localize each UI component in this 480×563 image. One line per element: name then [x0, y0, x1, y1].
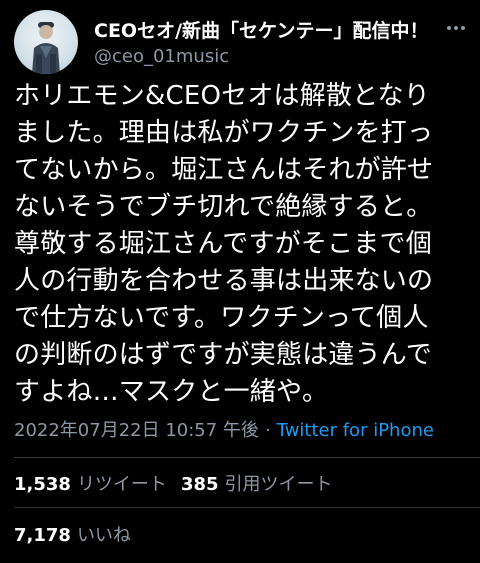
tweet-text-line: ホリエモン&CEOセオは解散となり	[14, 81, 430, 111]
quotes-count: 385	[180, 474, 219, 495]
retweets-stat[interactable]: 1,538 リツイート	[14, 474, 167, 495]
avatar-figure-icon	[32, 22, 60, 74]
tweet-text-line: で仕方ないです。ワクチンって個人	[14, 303, 429, 333]
divider	[14, 457, 480, 458]
tweet-text-line: ました。理由は私がワクチンを打っ	[14, 118, 434, 148]
likes-stat[interactable]: 7,178 いいね	[14, 525, 131, 546]
display-name[interactable]: CEOセオ/新曲「セケンテー」配信中！	[94, 16, 428, 43]
tweet-header: CEOセオ/新曲「セケンテー」配信中！ @ceo_01music	[14, 10, 468, 74]
tweet-text-line: ないそうでブチ切れで絶縁すると。	[14, 192, 433, 222]
likes-label: いいね	[76, 525, 131, 546]
tweet-text-line: 人の行動を合わせる事は出来ないの	[14, 266, 434, 296]
tweet-meta: 2022年07月22日 10:57 午後 · Twitter for iPhone	[14, 416, 434, 442]
tweet-text-line: てないから。堀江さんはそれが許せ	[14, 155, 434, 185]
likes-stats-row: 7,178 いいね	[14, 521, 131, 547]
retweets-label: リツイート	[76, 474, 167, 495]
divider	[14, 507, 480, 508]
tweet-text-line: の判断のはずですが実態は違うんで	[14, 340, 432, 370]
user-handle[interactable]: @ceo_01music	[94, 46, 229, 67]
tweet-text: ホリエモン&CEOセオは解散となり ました。理由は私がワクチンを打っ てないから…	[14, 78, 476, 411]
likes-count: 7,178	[14, 525, 71, 546]
quotes-stat[interactable]: 385 引用ツイート	[181, 474, 333, 495]
tweet-text-line: 尊敬する堀江さんですがそこまで個	[14, 229, 432, 259]
retweets-count: 1,538	[14, 474, 71, 495]
timestamp[interactable]: 2022年07月22日 10:57 午後	[14, 420, 259, 441]
source-link[interactable]: Twitter for iPhone	[277, 420, 434, 441]
quotes-label: 引用ツイート	[224, 474, 333, 495]
avatar[interactable]	[14, 10, 78, 74]
more-dots-icon[interactable]	[444, 16, 468, 40]
meta-separator: ·	[264, 420, 271, 441]
retweet-stats-row: 1,538 リツイート 385 引用ツイート	[14, 470, 333, 496]
tweet-text-line: すよね…マスクと一緒や。	[14, 377, 329, 407]
tweet-detail: CEOセオ/新曲「セケンテー」配信中！ @ceo_01music ホリエモン&C…	[0, 0, 480, 563]
